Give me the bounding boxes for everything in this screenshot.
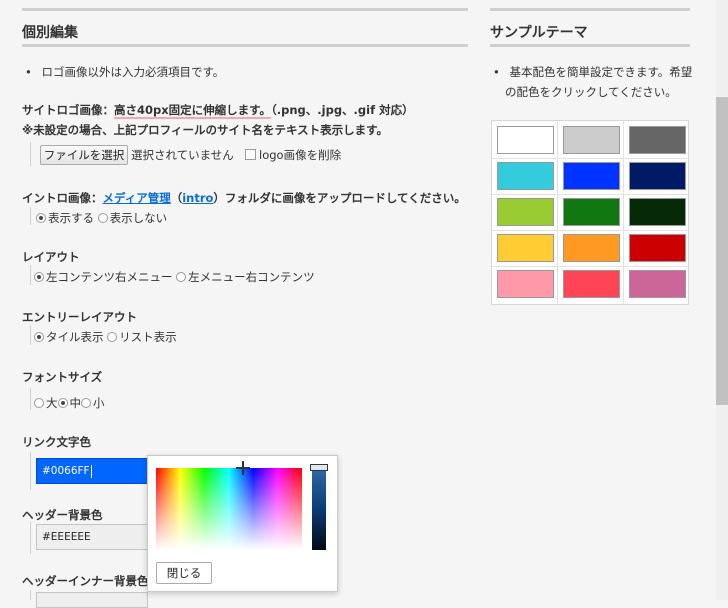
theme-swatch[interactable] bbox=[628, 161, 687, 191]
layout-left-menu-radio[interactable] bbox=[176, 272, 187, 282]
text-cursor bbox=[90, 464, 92, 478]
layout-option-left-menu[interactable]: 左メニュー右コンテンツ bbox=[176, 270, 315, 284]
theme-swatch-grid bbox=[491, 120, 689, 305]
intro-label-row: イントロ画像：メディア管理（intro）フォルダに画像をアップロードしてください… bbox=[22, 190, 466, 206]
font-size-options: 大中小 bbox=[34, 395, 105, 411]
font-size-small-option[interactable]: 小 bbox=[81, 396, 105, 410]
header-inner-bg-indent-line bbox=[30, 590, 31, 600]
logo-formats: （.png、.jpg、.gif 対応） bbox=[271, 103, 414, 117]
font-size-medium-radio[interactable] bbox=[57, 398, 68, 408]
swatch-grid-divider bbox=[492, 230, 688, 231]
font-size-indent-line bbox=[30, 388, 31, 410]
swatch-grid-divider bbox=[623, 121, 624, 304]
section-rule-left bbox=[22, 44, 468, 47]
color-picker-popup: 閉じる bbox=[147, 455, 338, 592]
theme-swatch[interactable] bbox=[496, 197, 555, 227]
saturation-value-area[interactable] bbox=[156, 468, 302, 550]
logo-label-row: サイトロゴ画像：高さ40px固定に伸縮します。（.png、.jpg、.gif 対… bbox=[22, 102, 414, 119]
link-color-input[interactable]: #0066FF bbox=[36, 458, 148, 484]
intro-label: イントロ画像： bbox=[22, 191, 103, 205]
logo-indent-line bbox=[30, 142, 31, 166]
font-size-label: フォントサイズ bbox=[22, 370, 103, 384]
intro-options: 表示する 表示しない bbox=[36, 210, 167, 226]
intro-paren: （ bbox=[170, 191, 183, 205]
theme-swatch[interactable] bbox=[496, 233, 555, 263]
link-color-indent-line bbox=[30, 452, 31, 490]
theme-swatch[interactable] bbox=[562, 125, 621, 155]
layout-option-left-content[interactable]: 左コンテンツ右メニュー bbox=[34, 270, 173, 284]
intro-show-option[interactable]: 表示する bbox=[36, 211, 94, 225]
layout-label: レイアウト bbox=[22, 250, 80, 264]
entry-tile-radio[interactable] bbox=[34, 332, 44, 342]
theme-note-line2: の配色をクリックしてください。 bbox=[505, 85, 677, 99]
theme-note-line1: 基本配色を簡単設定できます。希望 bbox=[493, 64, 692, 80]
page-scrollbar-thumb[interactable] bbox=[716, 97, 728, 405]
theme-swatch[interactable] bbox=[496, 161, 555, 191]
top-rule-left bbox=[22, 8, 468, 11]
entry-layout-label: エントリーレイアウト bbox=[22, 310, 137, 324]
close-picker-button[interactable]: 閉じる bbox=[156, 562, 212, 584]
layout-left-content-radio[interactable] bbox=[34, 272, 44, 282]
font-size-small-radio[interactable] bbox=[81, 398, 91, 408]
header-inner-bg-label: ヘッダーインナー背景色 bbox=[22, 574, 149, 588]
theme-swatch[interactable] bbox=[628, 197, 687, 227]
intro-hide-option[interactable]: 表示しない bbox=[97, 211, 167, 225]
swatch-grid-divider bbox=[492, 194, 688, 195]
section-title-edit: 個別編集 bbox=[22, 25, 78, 41]
theme-swatch[interactable] bbox=[562, 269, 621, 299]
header-inner-bg-input[interactable] bbox=[36, 592, 148, 608]
layout-indent-line bbox=[30, 265, 31, 285]
theme-swatch[interactable] bbox=[562, 197, 621, 227]
delete-logo-label: logo画像を削除 bbox=[259, 148, 342, 162]
swatch-grid-divider bbox=[492, 158, 688, 159]
delete-logo-checkbox[interactable] bbox=[245, 149, 256, 160]
delete-logo-option[interactable]: logo画像を削除 bbox=[245, 147, 341, 163]
theme-swatch[interactable] bbox=[562, 161, 621, 191]
file-status: 選択されていません bbox=[131, 148, 234, 162]
entry-layout-options: タイル表示 リスト表示 bbox=[34, 329, 177, 345]
entry-list-radio[interactable] bbox=[107, 332, 118, 342]
intro-show-radio[interactable] bbox=[36, 213, 46, 223]
logo-label: サイトロゴ画像： bbox=[22, 103, 114, 117]
section-rule-right bbox=[490, 44, 690, 47]
theme-swatch[interactable] bbox=[496, 269, 555, 299]
theme-swatch[interactable] bbox=[628, 269, 687, 299]
swatch-grid-divider bbox=[557, 121, 558, 304]
theme-swatch[interactable] bbox=[562, 233, 621, 263]
logo-size-highlight: 高さ40px固定に伸縮します。 bbox=[114, 103, 272, 119]
intro-folder-link[interactable]: intro bbox=[182, 191, 213, 205]
section-title-sample-theme: サンプルテーマ bbox=[490, 25, 588, 41]
font-size-large-option[interactable]: 大 bbox=[34, 396, 58, 410]
swatch-grid-divider bbox=[492, 266, 688, 267]
link-color-label: リンク文字色 bbox=[22, 435, 91, 449]
brightness-slider-handle[interactable] bbox=[310, 464, 328, 471]
intro-hide-radio[interactable] bbox=[97, 213, 108, 223]
theme-swatch[interactable] bbox=[628, 233, 687, 263]
file-select-button[interactable]: ファイルを選択 bbox=[40, 145, 128, 165]
intro-rest: ）フォルダに画像をアップロードしてください。 bbox=[213, 191, 466, 205]
header-bg-label: ヘッダー背景色 bbox=[22, 508, 103, 522]
top-rule-right bbox=[490, 8, 690, 11]
font-size-large-radio[interactable] bbox=[34, 398, 44, 408]
theme-swatch[interactable] bbox=[496, 125, 555, 155]
header-bg-indent-line bbox=[30, 522, 31, 554]
entry-option-tile[interactable]: タイル表示 bbox=[34, 330, 104, 344]
font-size-medium-option[interactable]: 中 bbox=[57, 396, 81, 410]
theme-swatch[interactable] bbox=[628, 125, 687, 155]
entry-layout-indent-line bbox=[30, 325, 31, 345]
brightness-slider[interactable] bbox=[312, 468, 326, 550]
sv-crosshair[interactable] bbox=[236, 461, 250, 475]
required-note: ロゴ画像以外は入力必須項目です。 bbox=[25, 64, 224, 80]
header-bg-input[interactable]: #EEEEEE bbox=[36, 524, 148, 550]
media-manager-link[interactable]: メディア管理 bbox=[103, 191, 171, 205]
logo-fallback-note: ※未設定の場合、上記プロフィールのサイト名をテキスト表示します。 bbox=[22, 123, 388, 137]
entry-option-list[interactable]: リスト表示 bbox=[107, 330, 177, 344]
layout-options: 左コンテンツ右メニュー 左メニュー右コンテンツ bbox=[34, 269, 315, 285]
intro-indent-line bbox=[30, 207, 31, 225]
